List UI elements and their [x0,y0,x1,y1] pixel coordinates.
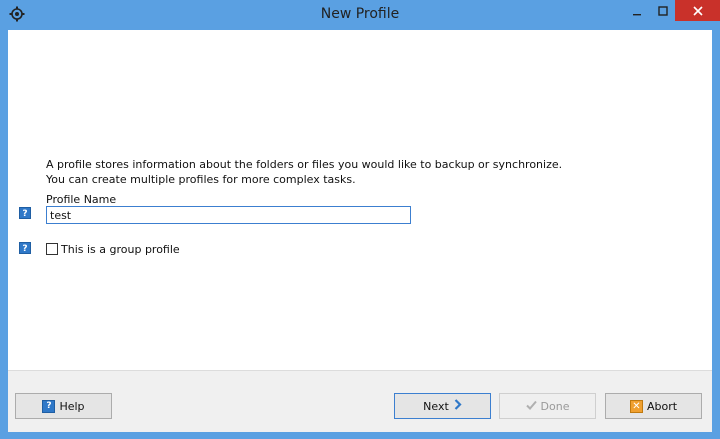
group-profile-label[interactable]: This is a group profile [61,243,180,256]
title-bar[interactable]: New Profile [0,0,720,29]
description: A profile stores information about the f… [46,157,562,187]
description-line-1: A profile stores information about the f… [46,158,563,171]
maximize-icon [658,5,668,16]
minimize-button[interactable] [624,0,650,21]
close-button[interactable] [675,0,720,21]
checkmark-icon [525,400,537,413]
profile-name-label: Profile Name [46,193,117,206]
done-button[interactable]: Done [499,393,596,419]
wizard-content: A profile stores information about the f… [8,30,712,370]
window-title: New Profile [320,6,400,22]
abort-button-label: Abort [646,399,678,413]
chevron-right-icon [454,399,462,413]
description-line-2: You can create multiple profiles for mor… [46,173,356,186]
done-button-label: Done [540,399,570,413]
profile-name-input[interactable] [46,206,411,224]
abort-x-icon: ✕ [629,399,643,413]
help-button[interactable]: ? Help [15,393,112,419]
help-icon: ? [42,399,56,413]
maximize-button[interactable] [650,0,676,21]
next-button[interactable]: Next [394,393,491,419]
group-profile-help-icon[interactable]: ? [19,242,31,254]
close-icon [692,5,703,16]
minimize-icon [633,13,641,15]
abort-button[interactable]: ✕ Abort [605,393,702,419]
profile-name-help-icon[interactable]: ? [19,207,31,219]
next-button-label: Next [423,399,449,413]
help-button-label: Help [59,399,85,413]
wizard-footer: ? Help Next Done ✕ Abort [8,370,712,432]
app-window: New Profile A profile stores information… [0,0,720,439]
group-profile-checkbox[interactable] [46,243,58,255]
